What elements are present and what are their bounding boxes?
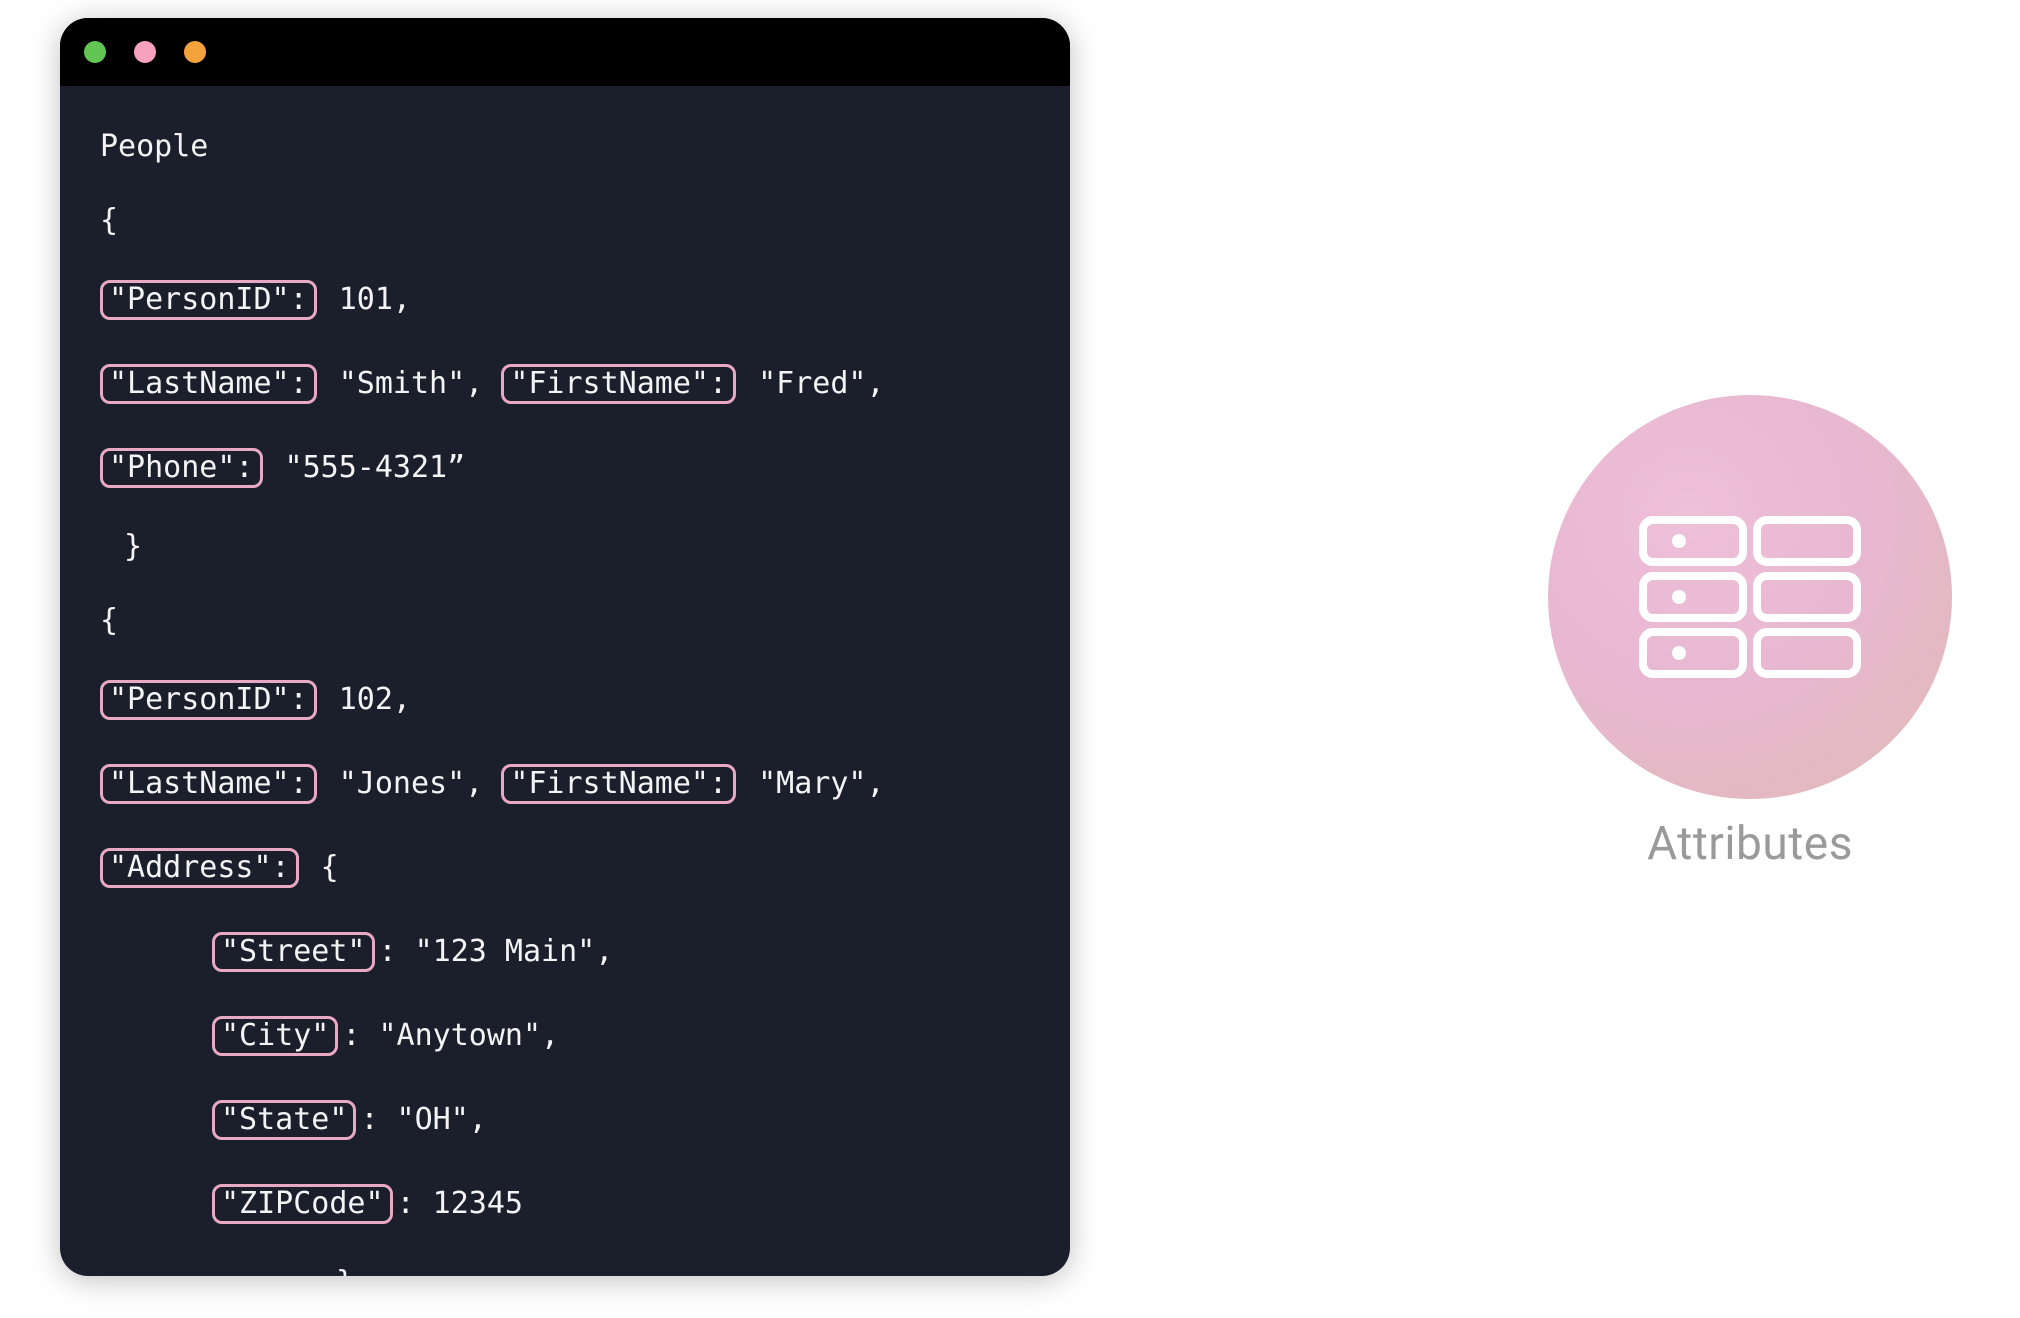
json-key: "FirstName": xyxy=(501,764,736,804)
json-text: { xyxy=(303,850,339,885)
code-title-text: People xyxy=(100,129,208,164)
code-line: "PersonID": 102, xyxy=(100,680,1070,720)
code-line: "Address": { xyxy=(100,848,1070,888)
json-key: "Address": xyxy=(100,848,299,888)
attributes-circle xyxy=(1548,395,1952,799)
window-control-minimize-icon[interactable] xyxy=(134,41,156,63)
table-rows-icon xyxy=(1635,512,1865,682)
json-text: } xyxy=(336,1265,354,1276)
json-key: "PersonID": xyxy=(100,680,317,720)
json-key: "City" xyxy=(212,1016,338,1056)
json-key: "Street" xyxy=(212,932,375,972)
code-line: "LastName": "Smith", "FirstName": "Fred"… xyxy=(100,364,1070,404)
json-text: "555-4321” xyxy=(267,450,466,485)
brace: } xyxy=(100,532,142,562)
code-title: People xyxy=(100,132,1070,162)
json-text: "Smith", xyxy=(321,366,502,401)
code-line: "Street": "123 Main", xyxy=(100,932,1070,972)
code-window: People { "PersonID": 101, "LastName": "Smit… xyxy=(60,18,1070,1276)
brace: { xyxy=(100,603,118,638)
json-text: "Mary", xyxy=(740,766,885,801)
json-key: "LastName": xyxy=(100,764,317,804)
json-key: "Phone": xyxy=(100,448,263,488)
record-open-brace: { xyxy=(100,606,1070,636)
json-text: : "123 Main", xyxy=(379,934,614,969)
json-text: 102, xyxy=(321,682,411,717)
code-line: "State": "OH", xyxy=(100,1100,1070,1140)
record-open-brace: { xyxy=(100,206,1070,236)
record-close-brace: } xyxy=(100,532,1070,562)
json-key: "FirstName": xyxy=(501,364,736,404)
code-line: "ZIPCode": 12345 xyxy=(100,1184,1070,1224)
json-text: : "OH", xyxy=(360,1102,486,1137)
json-text: 101, xyxy=(321,282,411,317)
window-titlebar xyxy=(60,18,1070,86)
json-key: "LastName": xyxy=(100,364,317,404)
window-control-close-icon[interactable] xyxy=(84,41,106,63)
json-key: "ZIPCode" xyxy=(212,1184,393,1224)
code-line: "City": "Anytown", xyxy=(100,1016,1070,1056)
code-line: } xyxy=(100,1268,1070,1276)
json-text: "Fred", xyxy=(740,366,885,401)
brace: { xyxy=(100,203,118,238)
code-line: "PersonID": 101, xyxy=(100,280,1070,320)
code-line: "Phone": "555-4321” xyxy=(100,448,1070,488)
json-key: "PersonID": xyxy=(100,280,317,320)
code-line: "LastName": "Jones", "FirstName": "Mary"… xyxy=(100,764,1070,804)
json-text: "Jones", xyxy=(321,766,502,801)
attributes-label: Attributes xyxy=(1540,817,1960,871)
json-key: "State" xyxy=(212,1100,356,1140)
json-text: : "Anytown", xyxy=(342,1018,559,1053)
code-block: People { "PersonID": 101, "LastName": "Smit… xyxy=(60,86,1070,1276)
json-text: : 12345 xyxy=(397,1186,523,1221)
window-control-zoom-icon[interactable] xyxy=(184,41,206,63)
attributes-badge: Attributes xyxy=(1540,395,1960,871)
